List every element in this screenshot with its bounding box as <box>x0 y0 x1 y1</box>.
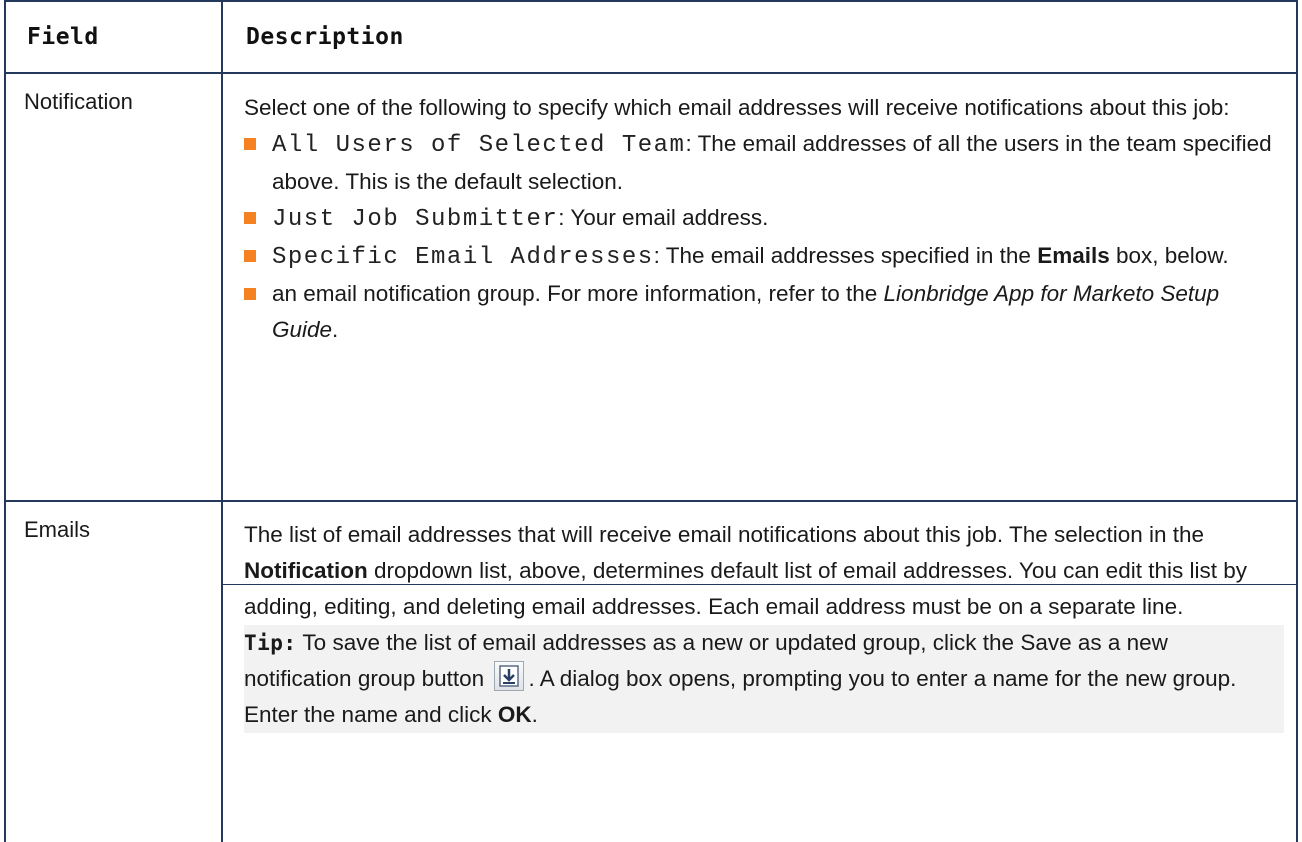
list-item: Just Job Submitter: Your email address. <box>244 200 1284 238</box>
field-description-table: Field Description Notification Select on… <box>4 0 1298 842</box>
option-bold: Emails <box>1037 243 1110 268</box>
header-description: Description <box>246 24 404 50</box>
option-text: : Your email address. <box>558 205 769 230</box>
list-item: All Users of Selected Team: The email ad… <box>244 126 1284 200</box>
table-border-top <box>4 0 1298 2</box>
row-notification-description: Select one of the following to specify w… <box>244 90 1284 348</box>
tip-end: . <box>531 702 538 727</box>
emails-text-after: dropdown list, above, determines default… <box>244 558 1247 619</box>
row-divider <box>4 500 1298 502</box>
emails-bold: Notification <box>244 558 368 583</box>
header-divider <box>4 72 1298 74</box>
list-item: an email notification group. For more in… <box>244 276 1284 348</box>
notification-intro: Select one of the following to specify w… <box>244 95 1230 120</box>
option-text-after: box, below. <box>1109 243 1229 268</box>
save-to-group-icon <box>494 661 525 692</box>
tip-ok: OK <box>497 702 532 727</box>
bullet-icon <box>244 138 256 150</box>
option-code: Specific Email Addresses <box>272 244 654 271</box>
emails-text: The list of email addresses that will re… <box>244 522 1205 547</box>
option-text: : The email addresses specified in the <box>653 243 1038 268</box>
option-text-after: . <box>332 317 339 342</box>
option-code: All Users of Selected Team <box>272 132 686 159</box>
bullet-icon <box>244 288 256 300</box>
bullet-icon <box>244 212 256 224</box>
table-border-right <box>1296 0 1298 842</box>
tip-box: Tip: To save the list of email addresses… <box>244 625 1284 733</box>
tip-label: Tip: <box>244 631 297 655</box>
option-text: an email notification group. For more in… <box>272 281 884 306</box>
column-divider <box>221 0 223 842</box>
table-border-left <box>4 0 6 842</box>
row-emails-field: Emails <box>24 517 91 542</box>
emails-paragraph: The list of email addresses that will re… <box>244 517 1284 625</box>
row-emails-description: The list of email addresses that will re… <box>244 517 1284 733</box>
list-item: Specific Email Addresses: The email addr… <box>244 238 1284 276</box>
notification-options-list: All Users of Selected Team : The email ad… <box>244 126 1284 348</box>
bullet-icon <box>244 250 256 262</box>
option-code: Just Job Submitter <box>272 206 559 233</box>
header-field: Field <box>27 24 99 50</box>
row-notification-field: Notification <box>24 89 133 114</box>
